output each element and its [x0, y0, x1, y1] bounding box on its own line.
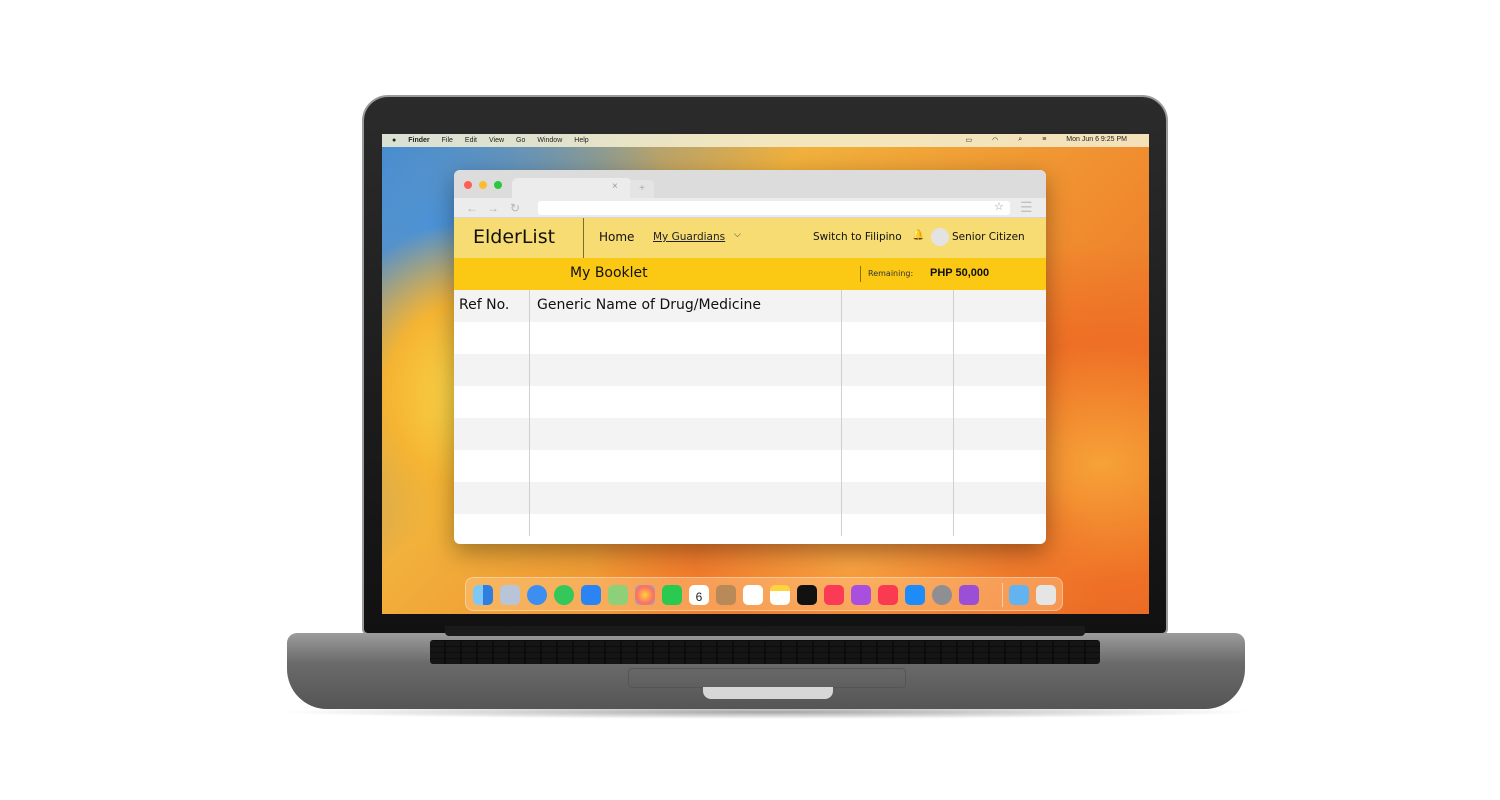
- messages-icon[interactable]: [554, 585, 574, 605]
- column-divider: [953, 290, 954, 536]
- close-window-button[interactable]: [464, 181, 472, 189]
- mail-icon[interactable]: [581, 585, 601, 605]
- bookmark-star-icon[interactable]: ☆: [994, 200, 1004, 213]
- reload-icon[interactable]: ↻: [510, 201, 520, 215]
- safari-icon[interactable]: [527, 585, 547, 605]
- table-row[interactable]: [454, 482, 1046, 514]
- photos-icon[interactable]: [635, 585, 655, 605]
- launchpad-icon[interactable]: [500, 585, 520, 605]
- table-row[interactable]: [454, 322, 1046, 354]
- control-center-icon[interactable]: ≡: [1042, 136, 1046, 144]
- dock-separator: [1002, 583, 1003, 607]
- trackpad: [628, 668, 906, 688]
- wifi-icon[interactable]: ◠: [992, 136, 998, 144]
- keyboard: [430, 640, 1100, 664]
- app-header: ElderList Home My Guardians ⌵ Switch to …: [454, 218, 1046, 258]
- bell-icon[interactable]: 🔔: [912, 230, 924, 241]
- music-icon[interactable]: [824, 585, 844, 605]
- new-tab-button[interactable]: +: [630, 180, 654, 198]
- menu-help[interactable]: Help: [574, 137, 588, 144]
- menubar-status: ▭ ◠ ⌕ ≡ Mon Jun 6 9:25 PM: [966, 136, 1139, 144]
- page-title: My Booklet: [570, 265, 648, 281]
- back-icon[interactable]: ←: [466, 201, 478, 215]
- menu-view[interactable]: View: [489, 137, 504, 144]
- lid-notch: [703, 687, 833, 699]
- table-row[interactable]: [454, 514, 1046, 536]
- browser-toolbar: ← → ↻ ☆ ☰: [454, 198, 1046, 218]
- news-icon[interactable]: [878, 585, 898, 605]
- menu-edit[interactable]: Edit: [465, 137, 477, 144]
- browser-window: × + ← → ↻ ☆ ☰ ElderList Home My Guardian…: [454, 170, 1046, 544]
- appstore-icon[interactable]: [905, 585, 925, 605]
- browser-menu-icon[interactable]: ☰: [1020, 199, 1033, 216]
- header-generic-name: Generic Name of Drug/Medicine: [537, 297, 761, 313]
- table-row[interactable]: [454, 450, 1046, 482]
- header-divider: [583, 218, 584, 258]
- column-divider: [841, 290, 842, 536]
- spotlight-icon[interactable]: ⌕: [1018, 136, 1022, 144]
- downloads-icon[interactable]: [1009, 585, 1029, 605]
- browser-tabbar: × +: [454, 170, 1046, 198]
- tv-icon[interactable]: [797, 585, 817, 605]
- nav-home-link[interactable]: Home: [599, 230, 634, 244]
- tab-close-icon[interactable]: ×: [612, 181, 618, 192]
- user-role-label[interactable]: Senior Citizen: [952, 231, 1025, 243]
- forward-icon[interactable]: →: [487, 201, 499, 215]
- finder-icon[interactable]: [473, 585, 493, 605]
- column-divider: [529, 290, 530, 536]
- booklet-bar: My Booklet Remaining: PHP 50,000: [454, 258, 1046, 290]
- notes-icon[interactable]: [770, 585, 790, 605]
- address-bar[interactable]: [538, 201, 1010, 215]
- podcasts-icon[interactable]: [851, 585, 871, 605]
- facetime-icon[interactable]: [662, 585, 682, 605]
- booklet-table: Ref No. Generic Name of Drug/Medicine: [454, 290, 1046, 536]
- minimize-window-button[interactable]: [479, 181, 487, 189]
- table-row[interactable]: [454, 354, 1046, 386]
- apple-menu-icon[interactable]: ●: [392, 137, 396, 144]
- subbar-divider: [860, 266, 861, 282]
- dock: 6: [465, 577, 1063, 611]
- table-header-row: Ref No. Generic Name of Drug/Medicine: [454, 290, 1046, 322]
- calendar-icon[interactable]: 6: [689, 585, 709, 605]
- laptop-hinge: [445, 626, 1085, 636]
- trash-icon[interactable]: [1036, 585, 1056, 605]
- nav-guardians-link[interactable]: My Guardians: [653, 231, 725, 243]
- menu-go[interactable]: Go: [516, 137, 525, 144]
- header-ref-no: Ref No.: [459, 297, 510, 313]
- app-logo[interactable]: ElderList: [473, 226, 555, 248]
- menubar-app-name[interactable]: Finder: [408, 137, 429, 144]
- remaining-label: Remaining:: [868, 269, 914, 278]
- menu-window[interactable]: Window: [537, 137, 562, 144]
- avatar[interactable]: [931, 228, 949, 246]
- settings-icon[interactable]: [932, 585, 952, 605]
- chevron-down-icon[interactable]: ⌵: [734, 230, 741, 240]
- remaining-value: PHP 50,000: [930, 267, 990, 279]
- menubar-clock[interactable]: Mon Jun 6 9:25 PM: [1066, 136, 1127, 144]
- table-row[interactable]: [454, 386, 1046, 418]
- contacts-icon[interactable]: [716, 585, 736, 605]
- switch-language-link[interactable]: Switch to Filipino: [813, 231, 902, 243]
- mac-menubar: ● Finder File Edit View Go Window Help ▭…: [382, 134, 1149, 147]
- reminders-icon[interactable]: [743, 585, 763, 605]
- menu-file[interactable]: File: [442, 137, 453, 144]
- battery-icon[interactable]: ▭: [966, 136, 973, 144]
- maps-icon[interactable]: [608, 585, 628, 605]
- table-row[interactable]: [454, 418, 1046, 450]
- feedback-icon[interactable]: [959, 585, 979, 605]
- laptop-scene: ● Finder File Edit View Go Window Help ▭…: [0, 0, 1500, 800]
- maximize-window-button[interactable]: [494, 181, 502, 189]
